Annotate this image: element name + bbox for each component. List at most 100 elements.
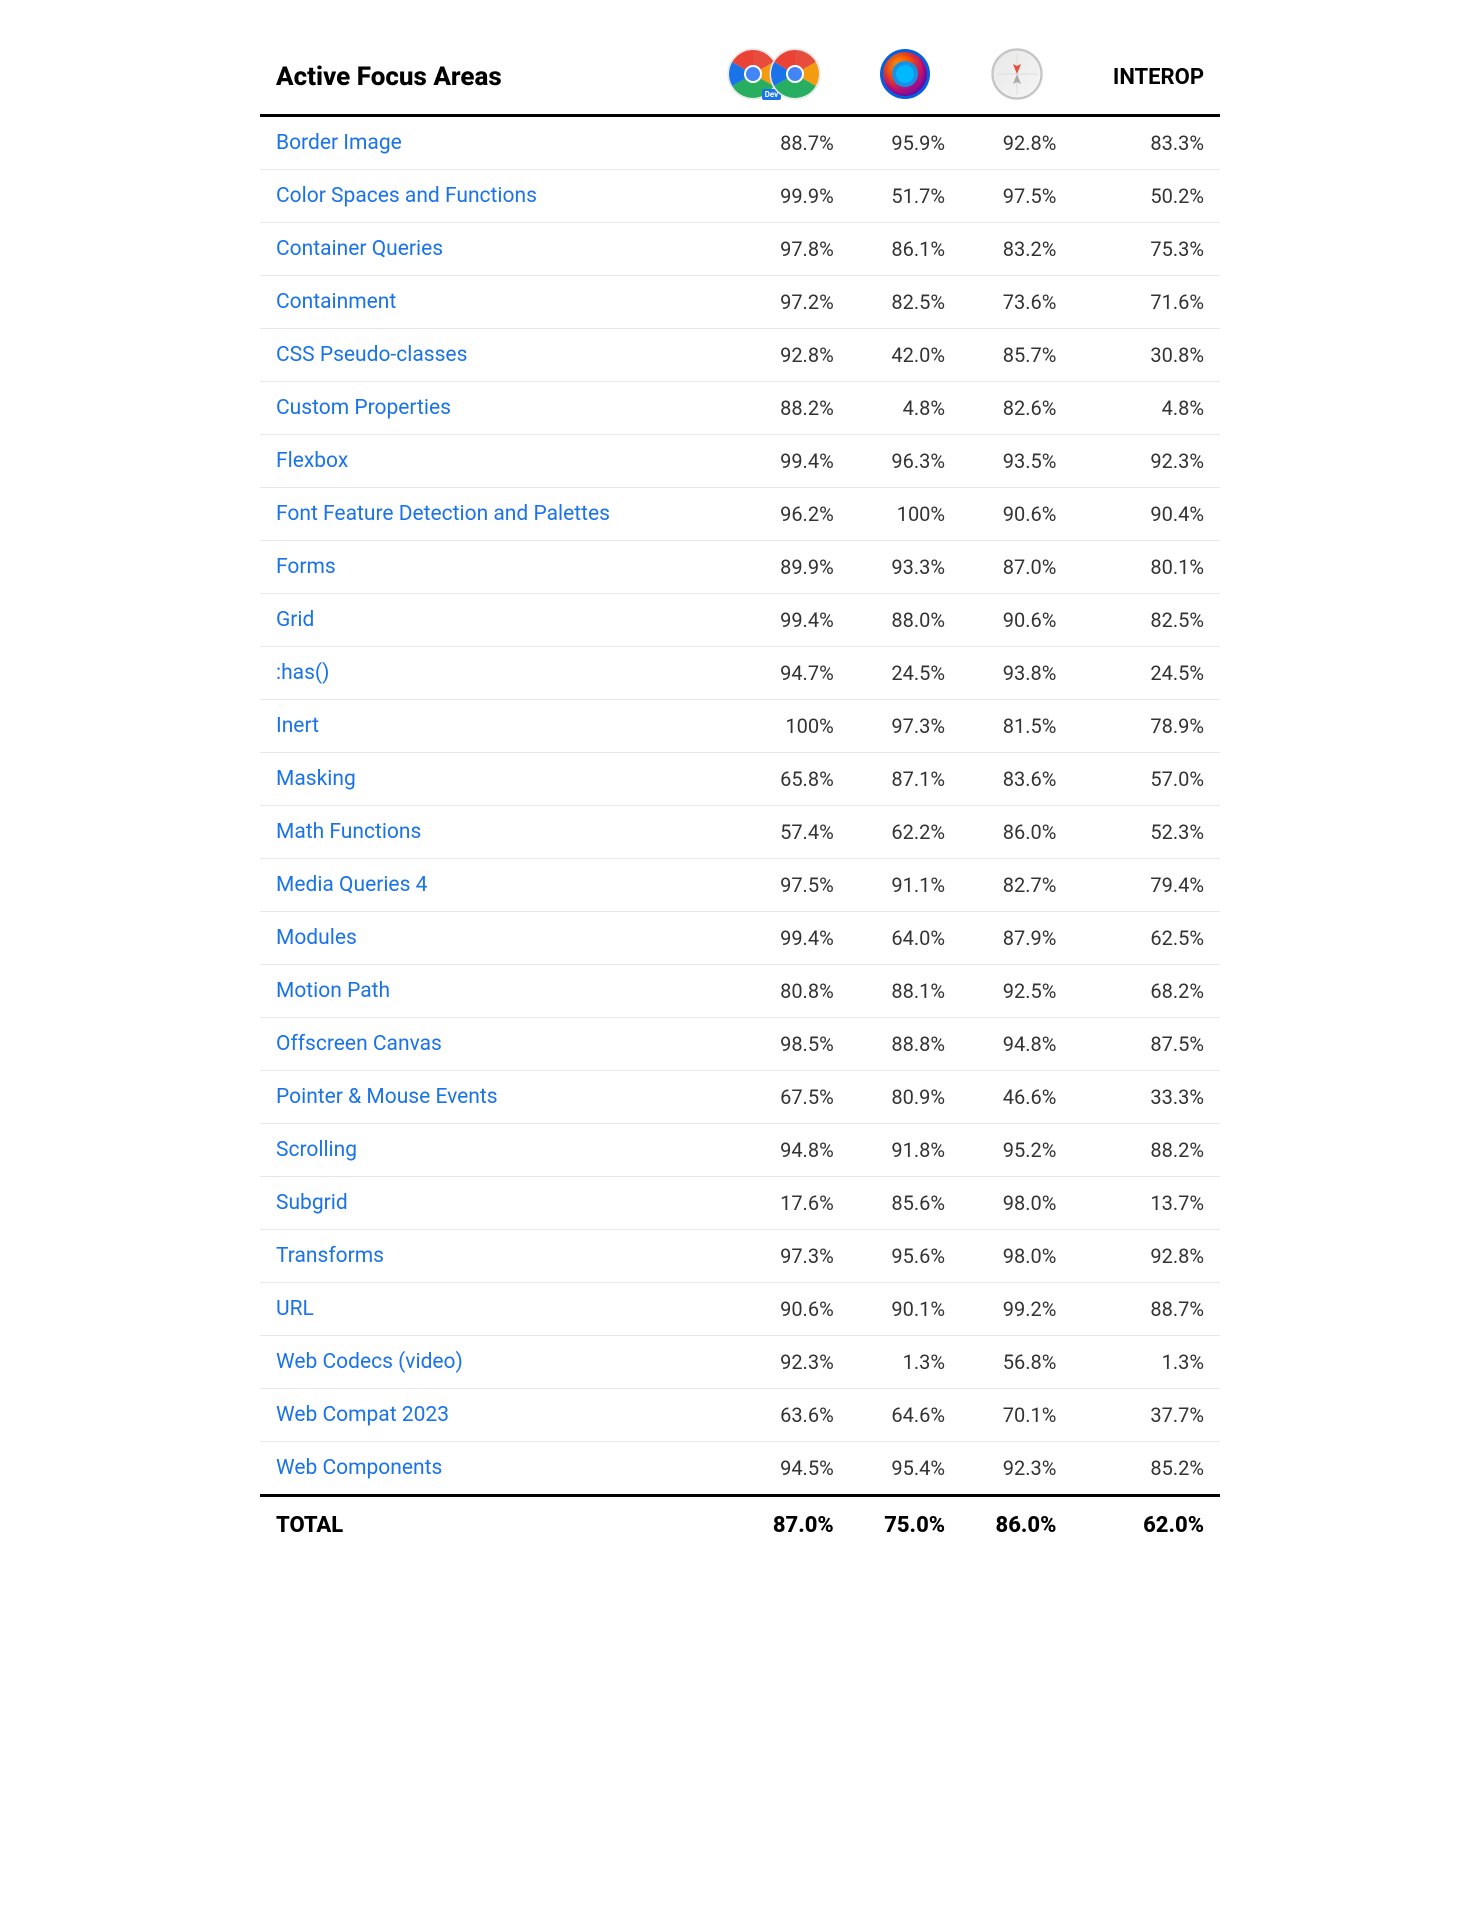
- row-interop: 1.3%: [1072, 1336, 1220, 1389]
- row-interop: 68.2%: [1072, 965, 1220, 1018]
- row-safari: 99.2%: [961, 1283, 1072, 1336]
- row-name[interactable]: Color Spaces and Functions: [260, 170, 699, 223]
- row-firefox: 97.3%: [850, 700, 961, 753]
- row-interop: 33.3%: [1072, 1071, 1220, 1124]
- table-row: Forms89.9%93.3%87.0%80.1%: [260, 541, 1220, 594]
- row-firefox: 80.9%: [850, 1071, 961, 1124]
- table-row: Motion Path80.8%88.1%92.5%68.2%: [260, 965, 1220, 1018]
- col-header-firefox: [850, 40, 961, 116]
- row-name[interactable]: Math Functions: [260, 806, 699, 859]
- row-firefox: 100%: [850, 488, 961, 541]
- row-name[interactable]: Containment: [260, 276, 699, 329]
- row-safari: 82.7%: [961, 859, 1072, 912]
- row-interop: 71.6%: [1072, 276, 1220, 329]
- row-name[interactable]: Subgrid: [260, 1177, 699, 1230]
- row-interop: 92.8%: [1072, 1230, 1220, 1283]
- row-firefox: 93.3%: [850, 541, 961, 594]
- row-firefox: 95.6%: [850, 1230, 961, 1283]
- row-chrome: 90.6%: [699, 1283, 850, 1336]
- row-firefox: 96.3%: [850, 435, 961, 488]
- row-firefox: 64.0%: [850, 912, 961, 965]
- row-name[interactable]: Flexbox: [260, 435, 699, 488]
- row-chrome: 92.8%: [699, 329, 850, 382]
- row-firefox: 82.5%: [850, 276, 961, 329]
- row-name[interactable]: Scrolling: [260, 1124, 699, 1177]
- row-interop: 30.8%: [1072, 329, 1220, 382]
- row-interop: 50.2%: [1072, 170, 1220, 223]
- row-chrome: 80.8%: [699, 965, 850, 1018]
- row-name[interactable]: Inert: [260, 700, 699, 753]
- row-chrome: 100%: [699, 700, 850, 753]
- row-interop: 52.3%: [1072, 806, 1220, 859]
- row-firefox: 95.9%: [850, 116, 961, 170]
- row-chrome: 99.9%: [699, 170, 850, 223]
- row-name[interactable]: Font Feature Detection and Palettes: [260, 488, 699, 541]
- row-interop: 75.3%: [1072, 223, 1220, 276]
- row-firefox: 91.8%: [850, 1124, 961, 1177]
- row-chrome: 94.8%: [699, 1124, 850, 1177]
- row-chrome: 89.9%: [699, 541, 850, 594]
- row-interop: 13.7%: [1072, 1177, 1220, 1230]
- row-chrome: 96.2%: [699, 488, 850, 541]
- row-chrome: 88.2%: [699, 382, 850, 435]
- row-firefox: 42.0%: [850, 329, 961, 382]
- row-name[interactable]: Pointer & Mouse Events: [260, 1071, 699, 1124]
- row-safari: 94.8%: [961, 1018, 1072, 1071]
- row-interop: 24.5%: [1072, 647, 1220, 700]
- row-chrome: 65.8%: [699, 753, 850, 806]
- row-name[interactable]: URL: [260, 1283, 699, 1336]
- row-name[interactable]: Grid: [260, 594, 699, 647]
- row-name[interactable]: CSS Pseudo-classes: [260, 329, 699, 382]
- row-firefox: 86.1%: [850, 223, 961, 276]
- focus-areas-table: Active Focus Areas: [260, 40, 1220, 1554]
- row-name[interactable]: Border Image: [260, 116, 699, 170]
- row-name[interactable]: Web Components: [260, 1442, 699, 1496]
- row-name[interactable]: Container Queries: [260, 223, 699, 276]
- table-row: Inert100%97.3%81.5%78.9%: [260, 700, 1220, 753]
- row-name[interactable]: Motion Path: [260, 965, 699, 1018]
- row-safari: 82.6%: [961, 382, 1072, 435]
- row-firefox: 95.4%: [850, 1442, 961, 1496]
- table-row: Modules99.4%64.0%87.9%62.5%: [260, 912, 1220, 965]
- table-footer: TOTAL 87.0% 75.0% 86.0% 62.0%: [260, 1496, 1220, 1555]
- col-header-name: Active Focus Areas: [260, 40, 699, 116]
- row-safari: 83.6%: [961, 753, 1072, 806]
- row-name[interactable]: Forms: [260, 541, 699, 594]
- row-name[interactable]: Masking: [260, 753, 699, 806]
- table-row: Custom Properties88.2%4.8%82.6%4.8%: [260, 382, 1220, 435]
- row-chrome: 57.4%: [699, 806, 850, 859]
- row-chrome: 99.4%: [699, 594, 850, 647]
- table-row: Subgrid17.6%85.6%98.0%13.7%: [260, 1177, 1220, 1230]
- row-interop: 88.2%: [1072, 1124, 1220, 1177]
- row-name[interactable]: Web Codecs (video): [260, 1336, 699, 1389]
- table-row: Media Queries 497.5%91.1%82.7%79.4%: [260, 859, 1220, 912]
- row-safari: 83.2%: [961, 223, 1072, 276]
- total-row: TOTAL 87.0% 75.0% 86.0% 62.0%: [260, 1496, 1220, 1555]
- row-name[interactable]: Transforms: [260, 1230, 699, 1283]
- row-safari: 98.0%: [961, 1177, 1072, 1230]
- row-name[interactable]: Media Queries 4: [260, 859, 699, 912]
- row-chrome: 88.7%: [699, 116, 850, 170]
- row-chrome: 97.8%: [699, 223, 850, 276]
- row-safari: 92.3%: [961, 1442, 1072, 1496]
- row-safari: 95.2%: [961, 1124, 1072, 1177]
- row-firefox: 85.6%: [850, 1177, 961, 1230]
- row-safari: 93.8%: [961, 647, 1072, 700]
- row-safari: 70.1%: [961, 1389, 1072, 1442]
- row-name[interactable]: Web Compat 2023: [260, 1389, 699, 1442]
- row-firefox: 88.8%: [850, 1018, 961, 1071]
- row-name[interactable]: Custom Properties: [260, 382, 699, 435]
- row-name[interactable]: :has(): [260, 647, 699, 700]
- total-interop: 62.0%: [1072, 1496, 1220, 1555]
- row-interop: 88.7%: [1072, 1283, 1220, 1336]
- row-interop: 83.3%: [1072, 116, 1220, 170]
- table-row: :has()94.7%24.5%93.8%24.5%: [260, 647, 1220, 700]
- row-name[interactable]: Offscreen Canvas: [260, 1018, 699, 1071]
- row-interop: 87.5%: [1072, 1018, 1220, 1071]
- row-safari: 87.0%: [961, 541, 1072, 594]
- row-chrome: 99.4%: [699, 912, 850, 965]
- row-firefox: 1.3%: [850, 1336, 961, 1389]
- row-interop: 90.4%: [1072, 488, 1220, 541]
- row-name[interactable]: Modules: [260, 912, 699, 965]
- row-firefox: 24.5%: [850, 647, 961, 700]
